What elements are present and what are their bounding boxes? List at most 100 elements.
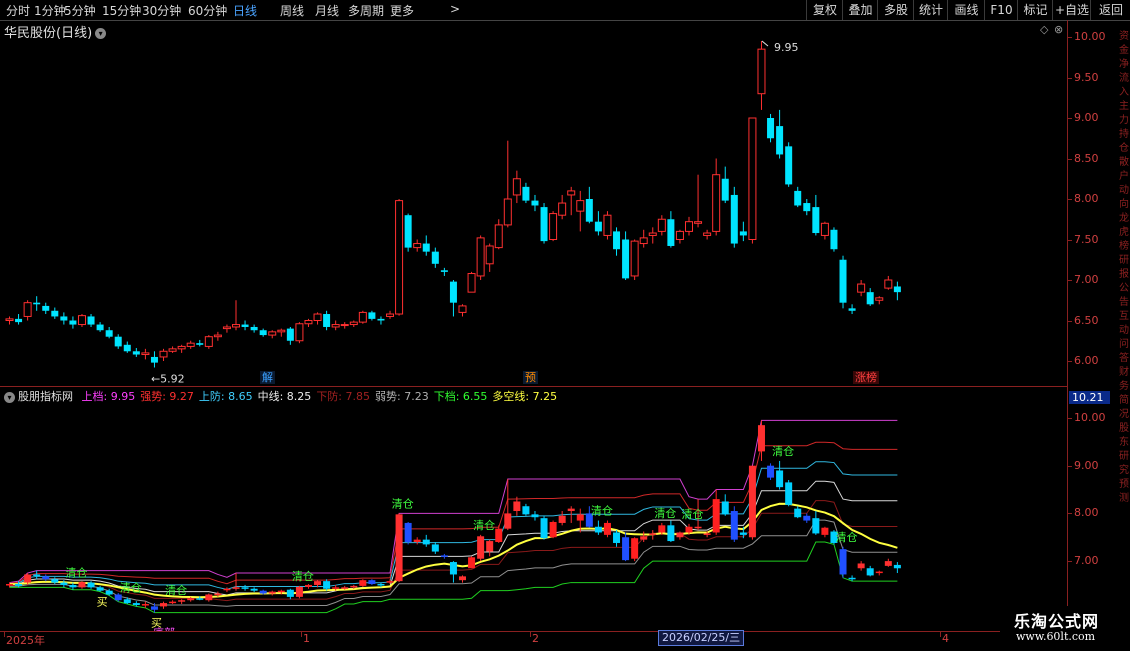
toolbar-button-8[interactable]: 返回: [1090, 0, 1130, 20]
indicator-candle: [522, 503, 530, 516]
toolbar-button-5[interactable]: F10: [984, 0, 1018, 20]
candle: [522, 182, 530, 204]
indicator-candle: [169, 600, 177, 605]
indicator-candle: [721, 494, 729, 516]
price-axis-label: 9.50: [1074, 70, 1099, 84]
candle: [830, 227, 838, 252]
candle: [440, 267, 448, 276]
period-tab-2[interactable]: 5分钟: [64, 2, 96, 19]
indicator-candle: [268, 590, 276, 596]
signal-buy-label: 买: [97, 596, 108, 609]
period-tab-10[interactable]: 更多: [390, 2, 414, 19]
candle: [150, 351, 158, 368]
indicator-axis: 10.00 9.00 8.00 7.00: [1067, 386, 1130, 631]
toolbar-button-4[interactable]: 画线: [947, 0, 985, 20]
candle: [630, 239, 639, 280]
indicator-candle: [857, 561, 865, 571]
candle: [5, 316, 14, 325]
candle: [839, 255, 847, 309]
toolbar-button-1[interactable]: 叠加: [842, 0, 878, 20]
indicator-candle: [767, 463, 775, 481]
indicator-candle: [51, 577, 59, 584]
indicator-candle: [33, 570, 41, 580]
indicator-candle: [776, 460, 784, 490]
candle: [567, 186, 576, 216]
signal-clear-label: 清仓: [392, 496, 414, 510]
candle: [485, 243, 494, 272]
candle: [222, 324, 231, 333]
period-tab-3[interactable]: 15分钟: [102, 2, 141, 19]
event-tag-0[interactable]: 解: [260, 371, 275, 384]
cursor-date-label: 2026/02/25/三: [658, 630, 745, 646]
date-tick: [301, 632, 302, 637]
indicator-candle: [413, 537, 421, 545]
price-axis-tick: [1068, 118, 1072, 119]
indicator-candle: [866, 565, 874, 577]
date-label: 2: [532, 632, 539, 645]
indicator-candle: [531, 511, 539, 521]
signal-clear-label: 清仓: [292, 569, 314, 583]
high-marker-arrow: [761, 40, 769, 47]
indicator-candle: [794, 506, 802, 519]
price-axis-tick: [1068, 158, 1072, 160]
period-tab-9[interactable]: 多周期: [348, 2, 384, 19]
candle: [368, 310, 376, 321]
candle: [558, 194, 567, 220]
candle: [177, 344, 186, 353]
toolbar-button-0[interactable]: 复权: [806, 0, 843, 20]
period-tab-8[interactable]: 月线: [315, 2, 339, 19]
candle: [694, 174, 703, 228]
toolbar-button-3[interactable]: 统计: [913, 0, 948, 20]
indicator-candle: [404, 521, 412, 545]
period-tab-1[interactable]: 1分钟: [34, 2, 66, 19]
high-price-label: 9.95: [774, 41, 799, 54]
period-tab-4[interactable]: 30分钟: [142, 2, 181, 19]
indicator-candle: [178, 599, 186, 605]
candle: [159, 348, 168, 361]
candle: [857, 280, 866, 297]
candle: [893, 281, 901, 301]
period-tab-7[interactable]: 周线: [280, 2, 304, 19]
event-tag-1[interactable]: 预: [523, 371, 538, 384]
watermark-url: www.60lt.com: [1016, 630, 1096, 643]
indicator-candle: [613, 530, 621, 547]
more-arrow-icon[interactable]: >: [450, 2, 460, 16]
period-tab-5[interactable]: 60分钟: [188, 2, 227, 19]
indicator-axis-label: 8.00: [1074, 506, 1099, 520]
candle: [377, 316, 385, 325]
watermark-title: 乐淘公式网: [1014, 612, 1100, 631]
indicator-candle: [359, 579, 367, 587]
candle: [803, 199, 811, 216]
indicator-candle: [812, 511, 820, 535]
period-tab-0[interactable]: 分时: [6, 2, 30, 19]
indicator-candle: [440, 553, 448, 559]
candle: [304, 318, 313, 327]
price-chart[interactable]: 9.95 ←5.92: [0, 20, 1067, 386]
indicator-candle: [368, 579, 376, 585]
price-axis-label: 6.00: [1074, 354, 1099, 367]
price-axis-tick: [1068, 77, 1072, 79]
toolbar-button-2[interactable]: 多股: [877, 0, 914, 20]
candle: [340, 322, 349, 329]
price-axis-label: 7.00: [1074, 273, 1099, 286]
event-tag-2[interactable]: 涨榜: [853, 371, 879, 384]
candle: [268, 330, 277, 339]
candle: [866, 288, 874, 306]
indicator-candle: [649, 530, 657, 540]
toolbar-button-7[interactable]: +自选: [1052, 0, 1091, 20]
date-label: 1: [303, 632, 310, 645]
indicator-candle: [540, 515, 548, 540]
period-tab-6[interactable]: 日线: [233, 2, 257, 19]
indicator-candle: [884, 558, 892, 567]
candle: [168, 346, 177, 353]
toolbar-button-6[interactable]: 标记: [1017, 0, 1053, 20]
candle: [15, 314, 23, 325]
candle: [449, 280, 457, 317]
price-axis-tick: [1068, 239, 1072, 241]
candle: [77, 314, 86, 327]
indicator-axis-label: 7.00: [1074, 554, 1099, 568]
candle: [42, 302, 50, 315]
indicator-candle: [295, 585, 303, 599]
candle: [467, 271, 476, 293]
indicator-chart[interactable]: 清仓清仓清仓清仓清仓清仓清仓清仓清仓清仓清仓买买底部: [0, 386, 1067, 631]
